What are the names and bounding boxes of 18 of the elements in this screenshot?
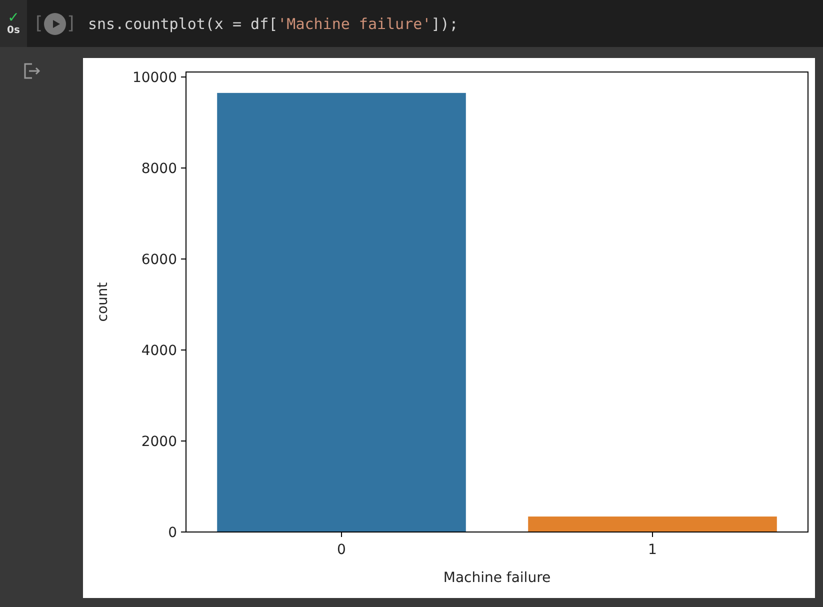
x-tick-label: 0	[337, 542, 346, 558]
code-line[interactable]: sns.countplot(x = df['Machine failure']);	[88, 14, 458, 32]
play-icon	[50, 18, 61, 28]
x-axis-label: Machine failure	[443, 570, 551, 586]
y-axis-label: count	[95, 282, 111, 322]
y-tick-label: 6000	[141, 252, 177, 268]
success-check-icon: ✓	[8, 11, 20, 25]
y-tick-label: 4000	[141, 343, 177, 359]
y-tick-label: 10000	[132, 70, 177, 86]
run-duration: 0s	[7, 25, 20, 36]
y-tick-label: 2000	[141, 434, 177, 450]
run-button[interactable]	[44, 12, 66, 34]
y-tick-label: 8000	[141, 161, 177, 177]
output-icon[interactable]	[22, 63, 40, 79]
x-tick-label: 1	[648, 542, 657, 558]
execution-bracket: [	[33, 13, 44, 34]
execution-bracket: ]	[66, 13, 77, 34]
y-tick-label: 0	[168, 525, 177, 541]
